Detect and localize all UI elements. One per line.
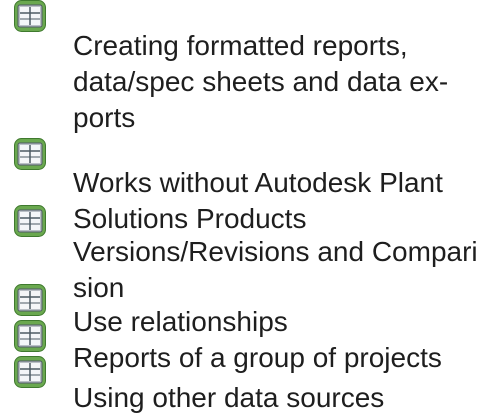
spreadsheet-icon xyxy=(14,356,46,388)
feature-text-line: sion xyxy=(73,272,125,303)
feature-text-line: ports xyxy=(73,102,136,133)
spreadsheet-icon xyxy=(14,205,46,237)
spreadsheet-icon xyxy=(14,138,46,170)
feature-text-line: data/spec sheets and data ex- xyxy=(73,66,449,97)
spreadsheet-icon xyxy=(14,284,46,316)
feature-text-line: Use relationships xyxy=(73,306,288,337)
feature-text-line: Using other data sources xyxy=(73,382,385,413)
feature-text-line: Versions/Revisions and Compari- xyxy=(73,236,478,267)
spreadsheet-icon xyxy=(14,320,46,352)
feature-text-line: Reports of a group of projects xyxy=(73,342,442,373)
spreadsheet-icon xyxy=(14,0,46,32)
feature-text-line: Creating formatted reports, xyxy=(73,30,408,61)
feature-text-line: Solutions Products xyxy=(73,203,307,234)
feature-text-line: Works without Autodesk Plant xyxy=(73,167,443,198)
feature-list: Creating formatted reports, data/spec sh… xyxy=(0,0,478,420)
